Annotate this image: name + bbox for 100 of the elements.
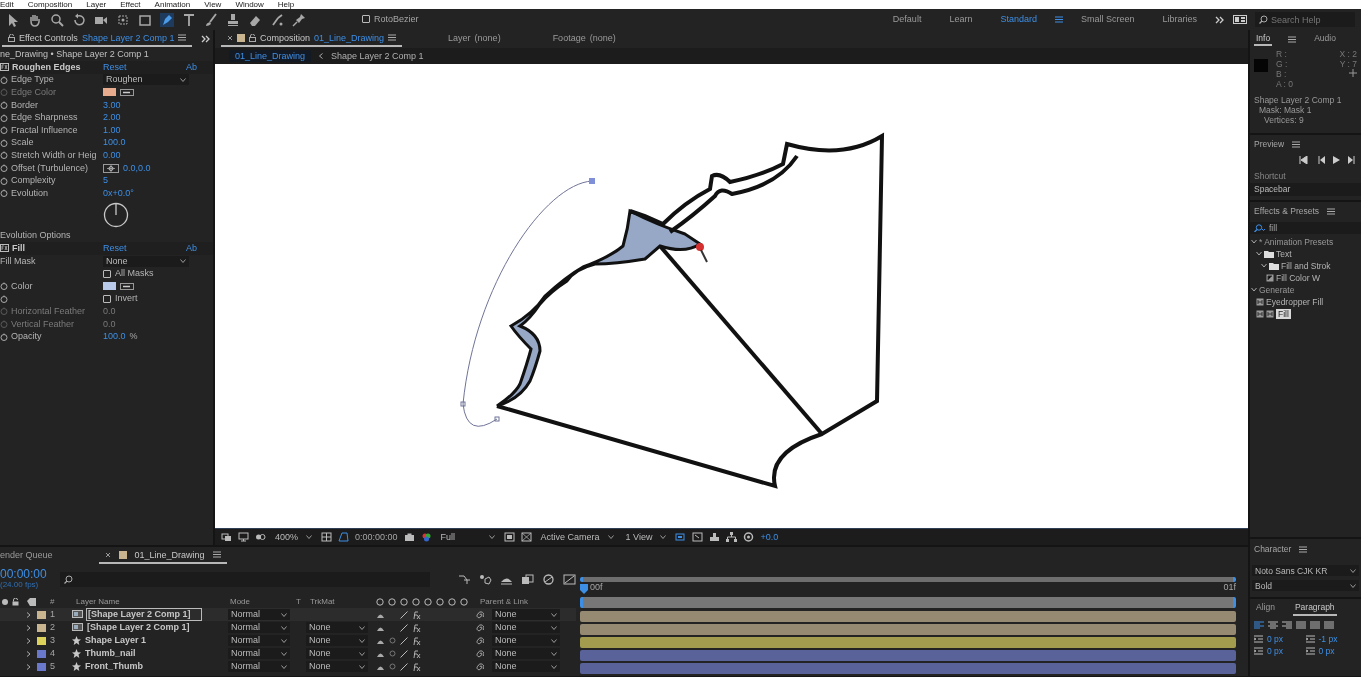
property-value[interactable]: 1.00: [103, 124, 121, 136]
puppet-pin-icon[interactable]: [292, 12, 306, 27]
roi-icon[interactable]: [503, 532, 515, 542]
timeline-icon[interactable]: [709, 532, 721, 542]
checkbox[interactable]: [103, 294, 111, 303]
spacing-value[interactable]: 0 px: [1318, 645, 1335, 656]
label-color-swatch[interactable]: [37, 610, 46, 619]
panel-tab[interactable]: Paragraph: [1292, 601, 1337, 616]
menu-item[interactable]: Animation: [154, 0, 191, 9]
effect-icon[interactable]: [0, 63, 9, 72]
property-value[interactable]: 0.0,0.0: [123, 162, 151, 174]
align-text-icon[interactable]: [1268, 620, 1278, 630]
property-value[interactable]: 2.00: [103, 112, 121, 124]
roto-brush-icon[interactable]: [270, 12, 284, 27]
menu-icon[interactable]: [1327, 208, 1336, 216]
dropdown[interactable]: Roughen: [103, 74, 189, 86]
tree-item-label[interactable]: Generate: [1259, 284, 1295, 295]
track-matte-dropdown[interactable]: None: [306, 622, 368, 633]
rectangle-icon[interactable]: [138, 12, 152, 27]
label-color-swatch[interactable]: [37, 623, 46, 632]
pen-icon[interactable]: [160, 12, 174, 27]
parent-dropdown[interactable]: None: [492, 661, 560, 672]
transparency-grid-icon[interactable]: [520, 532, 532, 542]
panel-tab[interactable]: 01_Line_Drawing: [98, 547, 227, 565]
menu-item[interactable]: Effect: [120, 0, 141, 9]
mask-path[interactable]: [460, 178, 595, 427]
property-value[interactable]: 3.00: [103, 99, 121, 111]
menu-item[interactable]: Composition: [27, 0, 73, 9]
rotobezier-checkbox[interactable]: [362, 15, 370, 24]
tree-item-label[interactable]: Fill and Strok: [1281, 260, 1331, 271]
exposure-value[interactable]: +0.0: [760, 531, 779, 543]
track-matte-dropdown[interactable]: None: [306, 635, 368, 646]
hand-icon[interactable]: [28, 12, 42, 27]
type-tool-icon[interactable]: [182, 12, 196, 27]
workspace-tab[interactable]: Libraries: [1152, 14, 1207, 25]
crosshair-icon[interactable]: [103, 163, 119, 173]
region-icon[interactable]: [221, 532, 232, 542]
workspace-tab[interactable]: Learn: [939, 14, 983, 25]
mask-visibility-icon[interactable]: [255, 532, 266, 542]
lock-icon[interactable]: [12, 597, 19, 606]
menu-icon[interactable]: [212, 551, 221, 559]
font-style-dropdown[interactable]: Bold: [1252, 580, 1359, 592]
pick-whip-icon[interactable]: [476, 623, 484, 632]
breadcrumb-tab[interactable]: 01_Line_Drawing: [229, 49, 312, 63]
align-text-icon[interactable]: [1282, 620, 1292, 630]
label-color-swatch[interactable]: [37, 662, 46, 671]
panel-tab[interactable]: ender Queue: [0, 547, 59, 565]
mode-dropdown[interactable]: Normal: [228, 648, 290, 659]
current-time[interactable]: 00:00:00: [0, 568, 52, 581]
exposure-icon[interactable]: [743, 532, 755, 542]
pan-behind-icon[interactable]: [116, 12, 130, 27]
menu-icon[interactable]: [1054, 16, 1063, 23]
stamp-icon[interactable]: [226, 12, 240, 27]
track-matte-dropdown[interactable]: None: [306, 661, 368, 672]
spacing-value[interactable]: 0 px: [1267, 633, 1284, 644]
tree-item-label[interactable]: * Animation Presets: [1259, 236, 1334, 247]
menu-item[interactable]: Help: [277, 0, 295, 9]
resolution-dropdown[interactable]: Full: [437, 531, 498, 543]
monitor-icon[interactable]: [238, 532, 249, 542]
tree-item-label[interactable]: Fill: [1276, 308, 1291, 319]
mask-toggle-icon[interactable]: [338, 532, 350, 542]
label-color-swatch[interactable]: [37, 636, 46, 645]
rotate-icon[interactable]: [72, 12, 86, 27]
reset-link[interactable]: Reset: [103, 243, 127, 254]
play-icon[interactable]: [1333, 156, 1340, 165]
fast-preview-icon[interactable]: [692, 532, 704, 542]
dropdown[interactable]: None: [103, 255, 189, 267]
menu-icon[interactable]: [1288, 35, 1297, 43]
next-frame-icon[interactable]: [1348, 156, 1357, 165]
spacing-value[interactable]: -1 px: [1318, 633, 1338, 644]
property-value[interactable]: 5: [103, 175, 108, 187]
mode-dropdown[interactable]: Normal: [228, 635, 290, 646]
about-link[interactable]: Ab: [186, 61, 197, 73]
panel-tab[interactable]: Footage (none): [546, 30, 622, 48]
draft-3d-icon[interactable]: [479, 573, 492, 585]
effect-icon[interactable]: [0, 244, 9, 253]
font-family-dropdown[interactable]: Noto Sans CJK KR: [1252, 565, 1359, 577]
zoom-dropdown[interactable]: 400%: [272, 531, 316, 543]
frame-blending-icon[interactable]: [521, 573, 534, 585]
label-icon[interactable]: [27, 597, 36, 606]
menu-item[interactable]: Layer: [86, 0, 107, 9]
angle-dial[interactable]: [103, 201, 129, 228]
checkbox[interactable]: [103, 269, 111, 278]
mode-dropdown[interactable]: Normal: [228, 609, 290, 620]
tree-item-label[interactable]: Text: [1276, 248, 1292, 259]
view-dropdown[interactable]: 1 View: [622, 531, 670, 543]
justify-text-icon[interactable]: [1296, 620, 1306, 630]
pick-whip-icon[interactable]: [476, 649, 484, 658]
layer-name[interactable]: Front_Thumb: [85, 661, 143, 672]
parent-dropdown[interactable]: None: [492, 622, 560, 633]
panel-tab[interactable]: Audio: [1312, 32, 1338, 47]
grid-icon[interactable]: [321, 532, 333, 542]
pick-whip-icon[interactable]: [476, 662, 484, 671]
parent-dropdown[interactable]: None: [492, 635, 560, 646]
property-value[interactable]: 0x+0.0°: [103, 187, 134, 199]
shortcut-dropdown[interactable]: Spacebar: [1250, 183, 1361, 196]
tree-item-label[interactable]: Fill Color W: [1276, 272, 1320, 283]
solo-icon[interactable]: [2, 598, 8, 605]
layer-name[interactable]: Shape Layer 1: [85, 635, 147, 646]
first-frame-icon[interactable]: [1299, 156, 1308, 165]
